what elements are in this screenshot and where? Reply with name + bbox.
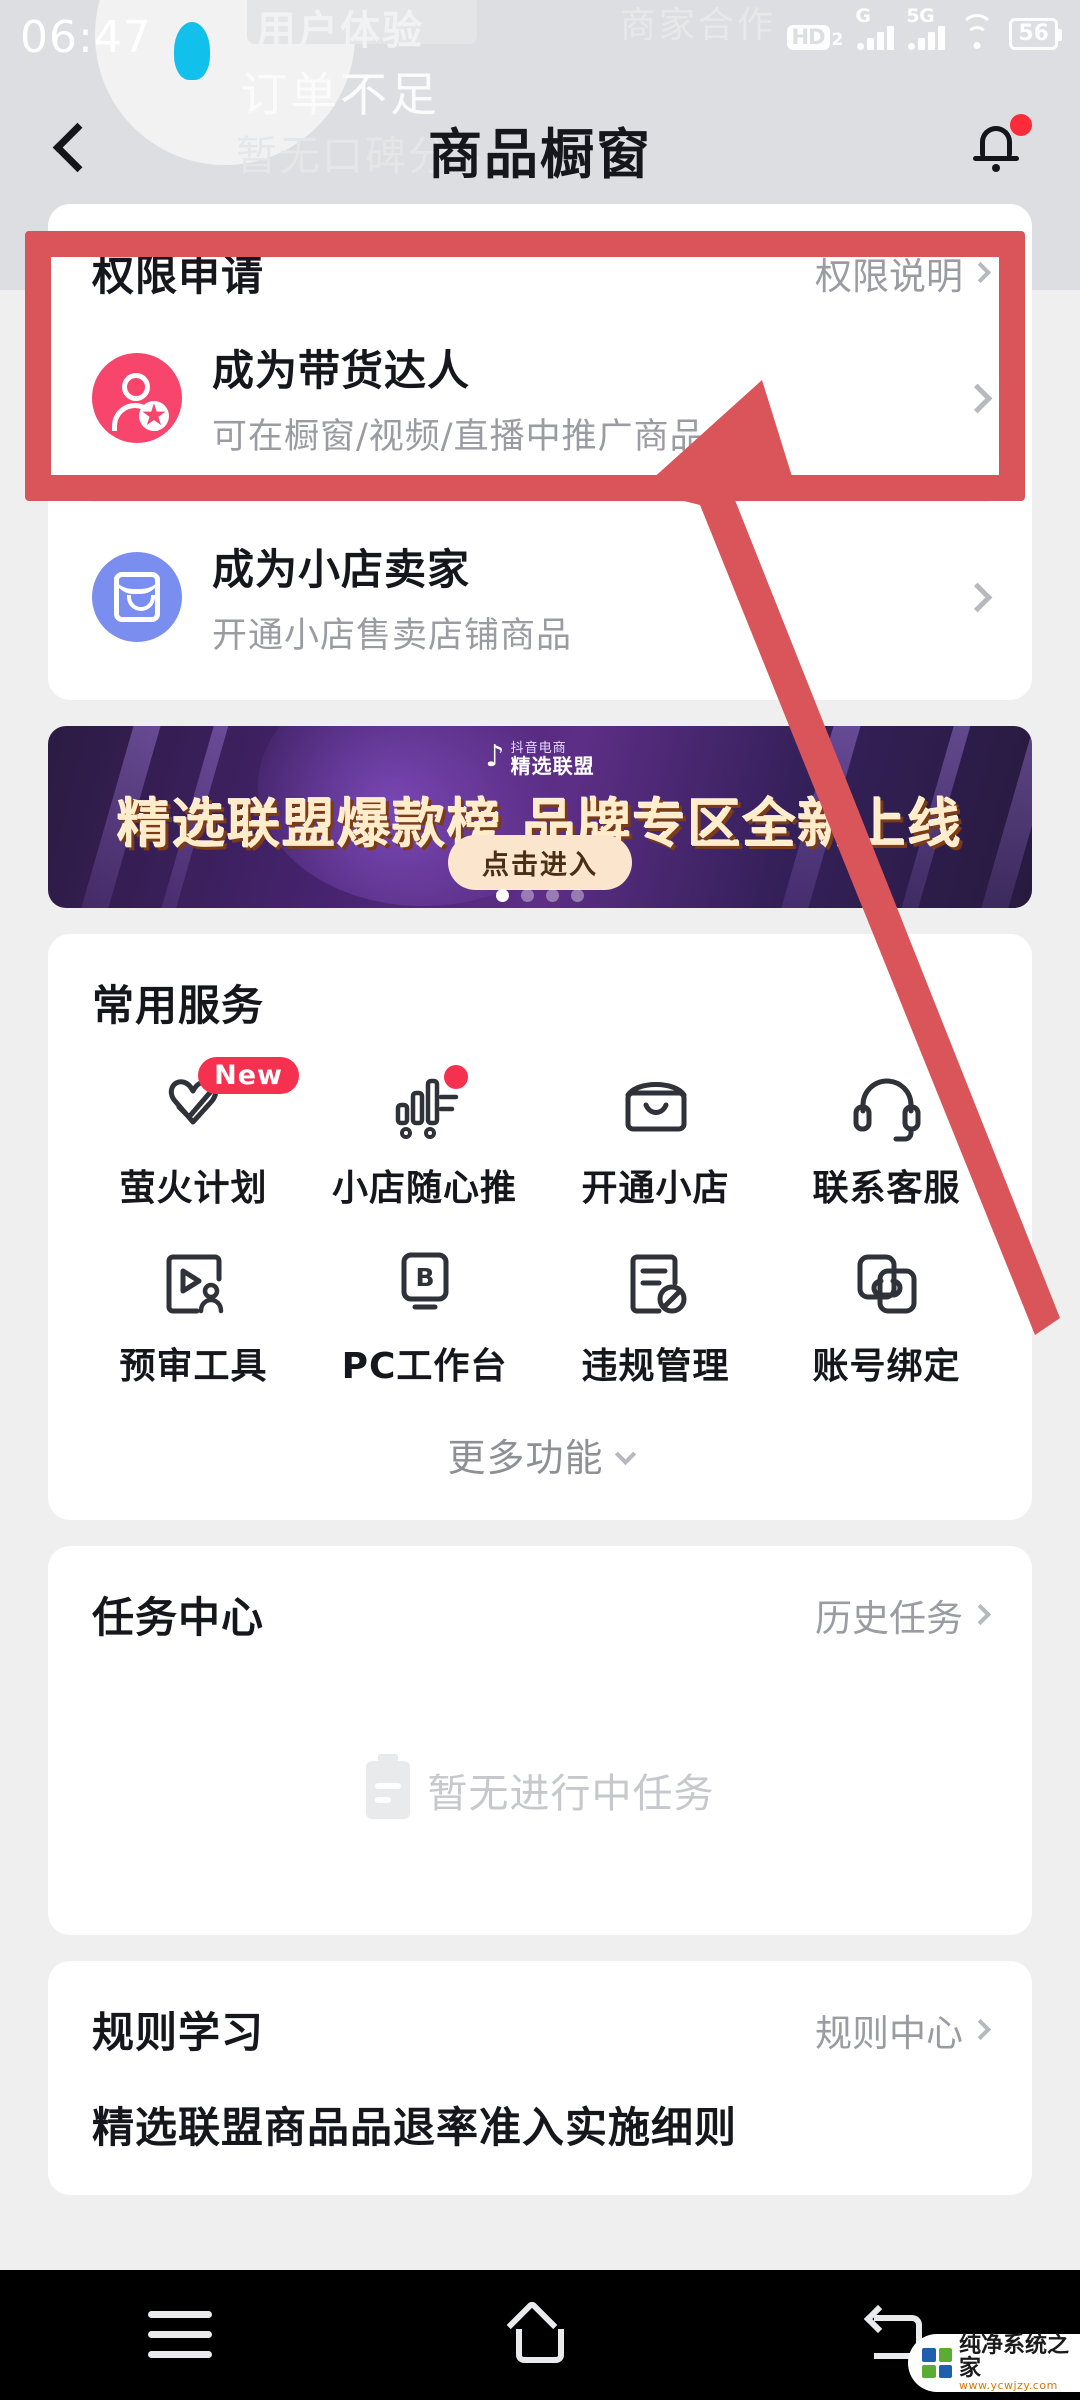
services-card: 常用服务 New 萤火计划 小店随心推 开通小店 联系客服 预审工具 B PC工… bbox=[48, 934, 1032, 1520]
hd-voice-icon: HD 2 bbox=[786, 25, 844, 51]
service-label: 预审工具 bbox=[119, 1346, 268, 1387]
scroll-content: 权限申请 权限说明 ★ 成为带货达人 可在橱窗/视频/直播中推广商品 成为小店卖… bbox=[0, 204, 1080, 2221]
service-label: 小店随心推 bbox=[331, 1168, 517, 1209]
signal-5g-label: 5G bbox=[906, 5, 935, 28]
history-tasks-link[interactable]: 历史任务 bbox=[815, 1588, 992, 1642]
notification-dot bbox=[443, 1065, 468, 1089]
permission-row-talent[interactable]: ★ 成为带货达人 可在橱窗/视频/直播中推广商品 bbox=[48, 303, 1032, 501]
service-label: 违规管理 bbox=[581, 1346, 730, 1387]
permission-row-desc: 可在橱窗/视频/直播中推广商品 bbox=[212, 417, 706, 457]
bell-badge-dot bbox=[1010, 114, 1032, 136]
banner-logo-line2: 精选联盟 bbox=[510, 753, 595, 778]
page-title: 商品橱窗 bbox=[428, 122, 652, 186]
clipboard-icon bbox=[365, 1754, 410, 1819]
watermark-url: www.ycwjzy.com bbox=[959, 2379, 1058, 2393]
permission-card: 权限申请 权限说明 ★ 成为带货达人 可在橱窗/视频/直播中推广商品 成为小店卖… bbox=[48, 204, 1032, 700]
permission-description-link[interactable]: 权限说明 bbox=[815, 246, 992, 300]
service-item-preaudit[interactable]: 预审工具 bbox=[78, 1245, 309, 1389]
service-label: 联系客服 bbox=[812, 1168, 961, 1209]
bell-icon[interactable] bbox=[966, 114, 1032, 180]
rules-header: 规则学习 规则中心 bbox=[48, 1961, 1032, 2060]
service-item-open-shop[interactable]: 开通小店 bbox=[540, 1067, 771, 1211]
chevron-right-icon bbox=[969, 1603, 992, 1626]
ghost-chip-text: 用户体验 bbox=[256, 8, 424, 54]
video-review-icon bbox=[155, 1245, 233, 1323]
wifi-icon bbox=[959, 14, 995, 50]
hd-label: HD bbox=[786, 25, 830, 51]
chevron-right-icon bbox=[962, 383, 993, 413]
signal-g-label: G bbox=[855, 5, 871, 28]
shop-bag-icon bbox=[617, 1067, 695, 1145]
rule-center-link[interactable]: 规则中心 bbox=[815, 2003, 992, 2057]
chevron-down-icon bbox=[614, 1443, 636, 1466]
doc-block-icon bbox=[617, 1245, 695, 1323]
history-tasks-label: 历史任务 bbox=[815, 1596, 963, 1640]
banner-enter-button[interactable]: 点击进入 bbox=[448, 835, 632, 890]
b-tablet-icon: B bbox=[386, 1245, 464, 1323]
services-title: 常用服务 bbox=[92, 981, 265, 1030]
chevron-right-icon bbox=[969, 261, 992, 284]
person-star-icon: ★ bbox=[92, 353, 182, 443]
status-time: 06:47 bbox=[20, 12, 152, 63]
service-item-yinghuo[interactable]: New 萤火计划 bbox=[78, 1057, 309, 1211]
shop-bag-icon bbox=[92, 552, 182, 642]
phone-screen: 用户体验 订单不足 暂无口碑分 › 商家合作 06:47 HD 2 G 5G 5… bbox=[0, 0, 1080, 2400]
permission-row-text: 成为小店卖家 开通小店售卖店铺商品 bbox=[212, 536, 937, 658]
rules-title: 规则学习 bbox=[92, 2008, 265, 2057]
task-empty-state: 暂无进行中任务 bbox=[48, 1645, 1032, 1935]
task-center-title: 任务中心 bbox=[92, 1593, 265, 1642]
task-center-header: 任务中心 历史任务 bbox=[48, 1546, 1032, 1645]
qq-penguin-icon bbox=[174, 22, 210, 80]
link-copy-icon bbox=[848, 1245, 926, 1323]
service-label: 账号绑定 bbox=[812, 1346, 961, 1387]
permission-row-title: 成为带货达人 bbox=[212, 346, 471, 395]
battery-icon: 56 bbox=[1009, 18, 1062, 51]
chevron-right-icon bbox=[969, 2018, 992, 2041]
rule-list-item[interactable]: 精选联盟商品品退率准入实施细则 bbox=[48, 2060, 1032, 2195]
music-note-icon: ♪ bbox=[485, 739, 505, 775]
permission-row-desc: 开通小店售卖店铺商品 bbox=[212, 616, 573, 656]
permission-row-text: 成为带货达人 可在橱窗/视频/直播中推广商品 bbox=[212, 337, 937, 459]
permission-row-title: 成为小店卖家 bbox=[212, 545, 471, 594]
more-functions-button[interactable]: 更多功能 bbox=[48, 1423, 1032, 1520]
banner-carousel-dots[interactable] bbox=[496, 889, 584, 902]
more-functions-label: 更多功能 bbox=[447, 1436, 604, 1480]
watermark-name: 纯净系统之家 bbox=[959, 2333, 1070, 2382]
watermark: 纯净系统之家 www.ycwjzy.com bbox=[908, 2334, 1080, 2392]
svg-text:B: B bbox=[415, 1263, 434, 1292]
status-icons: HD 2 G 5G 56 bbox=[786, 5, 1062, 51]
permission-card-header: 权限申请 权限说明 bbox=[48, 204, 1032, 303]
promo-banner[interactable]: ♪ 抖音电商 精选联盟 精选联盟爆款榜 品牌专区全新上线 点击进入 bbox=[48, 726, 1032, 908]
permission-description-label: 权限说明 bbox=[815, 254, 963, 298]
services-grid: New 萤火计划 小店随心推 开通小店 联系客服 预审工具 B PC工作台 违规… bbox=[48, 1033, 1032, 1423]
signal-5g-icon: 5G bbox=[906, 5, 946, 51]
signal-g-icon: G bbox=[855, 5, 895, 51]
service-item-suixintui[interactable]: 小店随心推 bbox=[309, 1065, 540, 1211]
permission-row-seller[interactable]: 成为小店卖家 开通小店售卖店铺商品 bbox=[48, 502, 1032, 700]
service-item-pc-workbench[interactable]: B PC工作台 bbox=[309, 1245, 540, 1389]
task-center-card: 任务中心 历史任务 暂无进行中任务 bbox=[48, 1546, 1032, 1935]
service-item-violation[interactable]: 违规管理 bbox=[540, 1245, 771, 1389]
rule-center-label: 规则中心 bbox=[815, 2011, 963, 2055]
task-empty-text: 暂无进行中任务 bbox=[427, 1771, 715, 1817]
new-badge: New bbox=[198, 1057, 299, 1094]
watermark-logo-icon bbox=[922, 2348, 952, 2378]
hd-sub: 2 bbox=[831, 30, 844, 51]
menu-icon[interactable] bbox=[120, 2295, 240, 2375]
home-icon[interactable] bbox=[480, 2295, 600, 2375]
service-label: 开通小店 bbox=[581, 1168, 730, 1209]
service-label: PC工作台 bbox=[341, 1346, 508, 1387]
permission-card-title: 权限申请 bbox=[92, 251, 265, 300]
service-item-support[interactable]: 联系客服 bbox=[771, 1067, 1002, 1211]
chevron-right-icon bbox=[962, 582, 993, 612]
service-item-account-bind[interactable]: 账号绑定 bbox=[771, 1245, 1002, 1389]
service-label: 萤火计划 bbox=[119, 1168, 268, 1209]
app-header: 商品橱窗 bbox=[0, 94, 1080, 204]
services-card-header: 常用服务 bbox=[48, 934, 1032, 1033]
bar-chart-icon bbox=[386, 1065, 468, 1145]
ghost-merchant-text: 商家合作 bbox=[620, 5, 777, 46]
headset-icon bbox=[848, 1067, 926, 1145]
banner-logo: ♪ 抖音电商 精选联盟 bbox=[485, 742, 594, 777]
rules-card: 规则学习 规则中心 精选联盟商品品退率准入实施细则 bbox=[48, 1961, 1032, 2195]
